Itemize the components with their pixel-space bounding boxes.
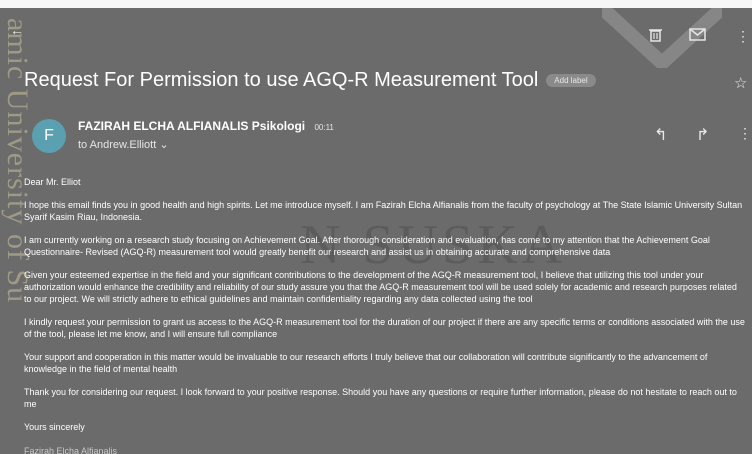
signature: Fazirah Elcha Alfianalis: [24, 446, 118, 454]
paragraph-thanks: Thank you for considering our request. I…: [24, 387, 737, 409]
forward-icon[interactable]: ↱: [696, 125, 709, 145]
paragraph-support: Your support and cooperation in this mat…: [24, 352, 708, 374]
recipient-line[interactable]: to Andrew.Elliott ⌄: [78, 138, 169, 151]
paragraph-request: I kindly request your permission to gran…: [24, 317, 745, 339]
email-body: Dear Mr. Elliot I hope this email finds …: [24, 176, 746, 454]
email-screen: amic University of Su ← ⋮ Request For Pe…: [0, 8, 752, 454]
reply-icon[interactable]: ↰: [654, 125, 667, 145]
trash-icon[interactable]: [649, 28, 662, 45]
subject-row: Request For Permission to use AGQ-R Meas…: [24, 65, 596, 95]
more-vert-icon[interactable]: ⋮: [736, 28, 750, 45]
back-arrow-icon[interactable]: ←: [10, 22, 24, 38]
closing: Yours sincerely: [24, 422, 85, 432]
mail-icon[interactable]: [689, 28, 706, 44]
sender-line: FAZIRAH ELCHA ALFIANALIS Psikologi 00:11: [78, 119, 334, 133]
add-label-chip[interactable]: Add label: [546, 73, 596, 87]
star-icon[interactable]: ☆: [734, 74, 747, 92]
message-more-icon[interactable]: ⋮: [738, 125, 752, 142]
paragraph-expertise: Given your esteemed expertise in the fie…: [24, 270, 737, 304]
top-strip: [0, 0, 752, 8]
email-time: 00:11: [314, 123, 334, 132]
sender-avatar[interactable]: F: [32, 119, 66, 153]
email-subject: Request For Permission to use AGQ-R Meas…: [24, 68, 539, 91]
paragraph-intro: I hope this email finds you in good heal…: [24, 200, 743, 222]
sender-name[interactable]: FAZIRAH ELCHA ALFIANALIS Psikologi: [78, 119, 305, 133]
paragraph-research: I am currently working on a research stu…: [24, 235, 710, 257]
greeting: Dear Mr. Elliot: [24, 177, 81, 187]
